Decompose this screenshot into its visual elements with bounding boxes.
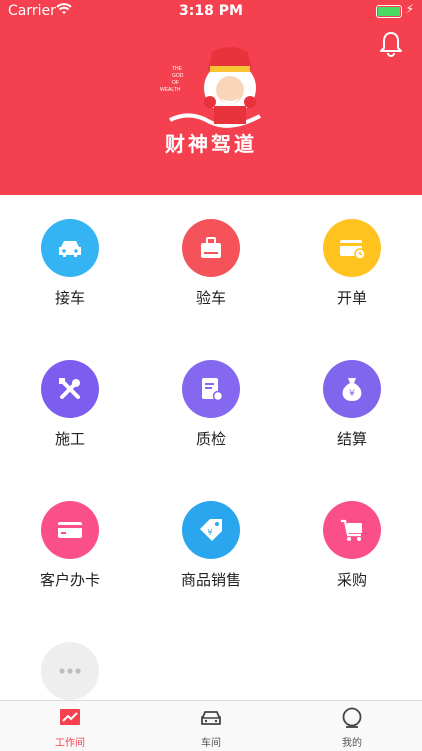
grid-item-product-sales[interactable]: ¥ 商品销售 (141, 477, 281, 597)
workspace-chart-icon (60, 709, 80, 725)
profile-circle-icon (342, 707, 362, 728)
god-of-wealth-logo: THE GOD OF WEALTH (160, 47, 261, 128)
car-icon (41, 219, 99, 277)
svg-text:¥: ¥ (349, 389, 355, 399)
tab-workshop[interactable]: 车间 (141, 701, 281, 751)
svg-text:OF: OF (172, 80, 179, 86)
grid-item-label: 结算 (336, 430, 367, 448)
grid-item-purchase[interactable]: 采购 (282, 477, 422, 597)
grid-item-pickup[interactable]: 接车 (0, 195, 140, 315)
grid-item-inspect[interactable]: 验车 (141, 195, 281, 315)
grid-item-label: 商品销售 (180, 571, 241, 589)
grid-item-label: 施工 (54, 430, 85, 448)
grid-item-settlement[interactable]: ¥ 结算 (282, 336, 422, 456)
brand-title: 财神驾道 (165, 132, 257, 156)
bank-card-icon (41, 501, 99, 559)
more-icon (41, 642, 99, 700)
tools-icon (41, 360, 99, 418)
svg-text:THE: THE (172, 66, 183, 72)
car-front-icon (201, 711, 221, 725)
tab-workspace[interactable]: 工作间 (0, 701, 140, 751)
tab-label: 车间 (201, 738, 221, 749)
shopping-cart-icon (323, 501, 381, 559)
tab-mine[interactable]: 我的 (282, 701, 422, 751)
grid-item-label: 质检 (195, 430, 226, 448)
grid-item-label: 接车 (54, 289, 85, 307)
tab-label: 工作间 (55, 738, 85, 749)
money-bag-icon: ¥ (323, 360, 381, 418)
svg-text:GOD: GOD (172, 73, 184, 79)
status-time: 3:18 PM (179, 3, 243, 19)
charging-icon: ⚡ (405, 2, 414, 16)
svg-text:¥: ¥ (207, 528, 212, 537)
svg-text:WEALTH: WEALTH (160, 87, 181, 93)
document-icon (182, 360, 240, 418)
grid-item-label: 采购 (336, 571, 367, 589)
toolbox-icon (182, 219, 240, 277)
tab-label: 我的 (342, 738, 362, 749)
header: Carrier 3:18 PM ⚡ THE GOD OF WEALTH 财神驾道 (0, 0, 422, 195)
grid-item-order[interactable]: 开单 (282, 195, 422, 315)
grid-item-label: 客户办卡 (39, 571, 100, 589)
bell-icon[interactable] (378, 30, 404, 58)
grid-item-construction[interactable]: 施工 (0, 336, 140, 456)
grid-item-customer-card[interactable]: 客户办卡 (0, 477, 140, 597)
grid-item-label: 验车 (195, 289, 226, 307)
price-tag-icon: ¥ (182, 501, 240, 559)
status-bar: Carrier 3:18 PM ⚡ (0, 0, 422, 22)
card-clock-icon (323, 219, 381, 277)
grid-item-quality-check[interactable]: 质检 (141, 336, 281, 456)
grid-item-label: 开单 (336, 289, 367, 307)
battery-icon (376, 5, 402, 18)
tab-bar: 工作间 车间 我的 (0, 700, 422, 751)
